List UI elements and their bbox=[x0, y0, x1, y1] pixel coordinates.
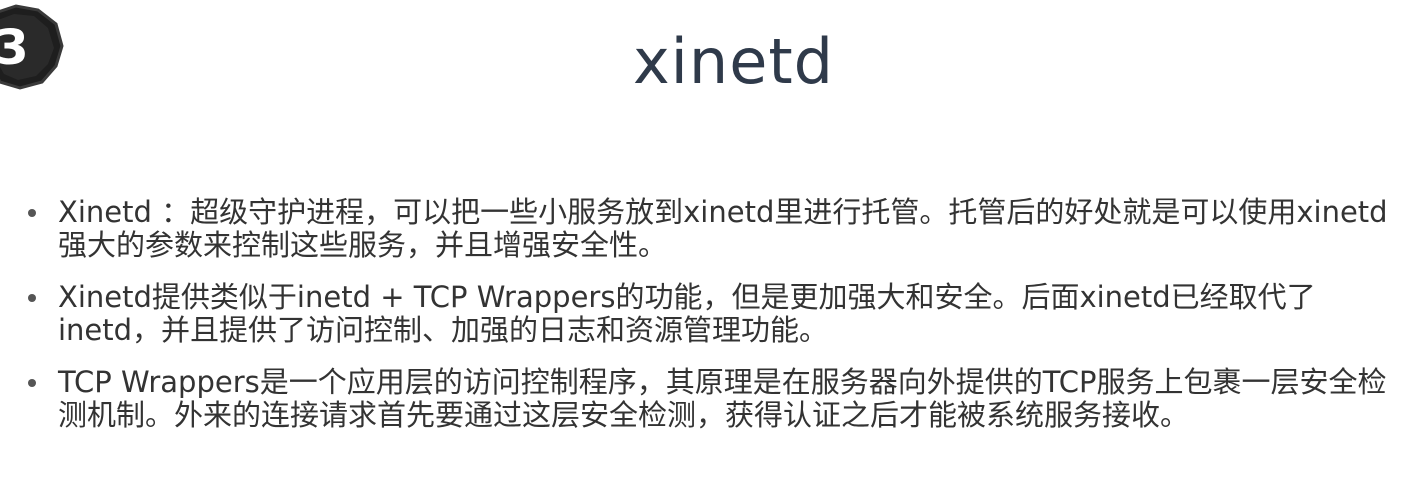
bullet-text: Xinetd ：超级守护进程，可以把一些小服务放到xinetd里进行托管。托管后… bbox=[58, 195, 1388, 262]
bullet-text: TCP Wrappers是一个应用层的访问控制程序，其原理是在服务器向外提供的T… bbox=[58, 365, 1387, 432]
list-item: Xinetd提供类似于inetd + TCP Wrappers的功能，但是更加强… bbox=[26, 281, 1396, 347]
bullet-dot-icon bbox=[28, 379, 36, 387]
list-item: TCP Wrappers是一个应用层的访问控制程序，其原理是在服务器向外提供的T… bbox=[26, 366, 1396, 432]
list-item: Xinetd ：超级守护进程，可以把一些小服务放到xinetd里进行托管。托管后… bbox=[26, 196, 1396, 262]
ink-number-badge-icon: 3 bbox=[0, 4, 64, 90]
number-badge: 3 bbox=[0, 4, 64, 90]
bullet-dot-icon bbox=[28, 209, 36, 217]
bullet-dot-icon bbox=[28, 294, 36, 302]
bullet-list: Xinetd ：超级守护进程，可以把一些小服务放到xinetd里进行托管。托管后… bbox=[26, 196, 1396, 451]
badge-number: 3 bbox=[0, 20, 29, 76]
page-title: xinetd bbox=[632, 25, 835, 98]
bullet-text: Xinetd提供类似于inetd + TCP Wrappers的功能，但是更加强… bbox=[58, 280, 1316, 347]
